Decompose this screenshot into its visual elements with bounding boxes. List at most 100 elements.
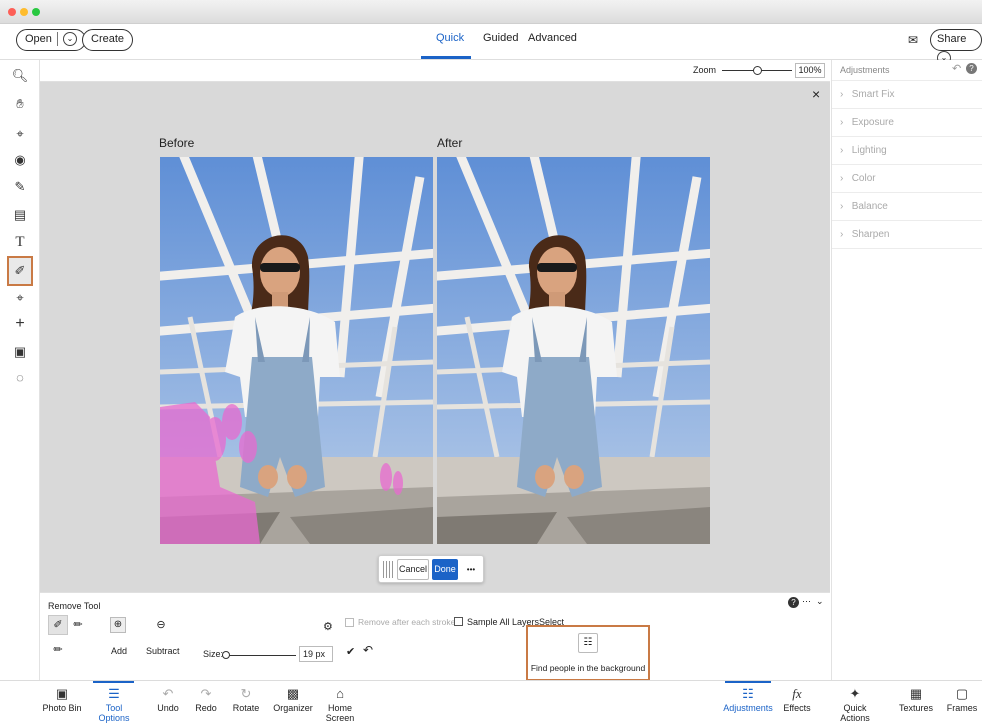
- frames-button[interactable]: ▢ Frames: [944, 685, 980, 713]
- size-slider-thumb[interactable]: [222, 651, 230, 659]
- more-options-icon[interactable]: •••: [462, 559, 480, 580]
- redo-button[interactable]: ↷ Redo: [188, 685, 224, 713]
- adjustment-label: Lighting: [851, 145, 887, 156]
- effects-button[interactable]: fx Effects: [780, 685, 814, 713]
- share-button[interactable]: Share ⌄: [930, 29, 982, 66]
- after-photo[interactable]: [437, 157, 710, 544]
- maximize-window-button[interactable]: [32, 8, 40, 16]
- close-window-button[interactable]: [8, 8, 16, 16]
- line-brush-mode-icon[interactable]: ✏: [50, 641, 66, 659]
- reset-icon[interactable]: ↶: [952, 62, 961, 75]
- zoom-slider[interactable]: [722, 66, 792, 75]
- open-button[interactable]: Open ⌄: [16, 29, 86, 51]
- rotate-button[interactable]: ↻ Rotate: [226, 685, 266, 713]
- adjustment-item-balance[interactable]: › Balance: [832, 193, 982, 221]
- adjustment-item-exposure[interactable]: › Exposure: [832, 109, 982, 137]
- size-label: Size:: [203, 649, 224, 659]
- chevron-right-icon: ›: [840, 117, 844, 128]
- sample-all-layers-checkbox[interactable]: [454, 617, 463, 626]
- reset-brush-icon[interactable]: ↶: [363, 643, 373, 657]
- textures-button[interactable]: ▦ Textures: [896, 685, 936, 713]
- zoom-slider-thumb[interactable]: [752, 66, 762, 75]
- rotate-icon: ↻: [240, 686, 252, 701]
- healing-tool-icon[interactable]: ◌: [8, 366, 32, 390]
- red-eye-tool-icon[interactable]: ◉: [8, 148, 32, 172]
- help-icon[interactable]: ?: [788, 597, 799, 608]
- redo-icon: ↷: [200, 686, 212, 701]
- adjustments-label: Adjustments: [723, 703, 773, 713]
- subtract-icon[interactable]: ⊖: [153, 617, 169, 633]
- chevron-right-icon: ›: [840, 229, 844, 240]
- mail-icon[interactable]: ✉: [908, 33, 918, 47]
- zoom-tool-icon[interactable]: 🔍︎: [8, 64, 32, 88]
- open-label: Open: [25, 33, 52, 45]
- recompose-tool-icon[interactable]: ▣: [8, 340, 32, 364]
- adjustments-button[interactable]: ☷ Adjustments: [722, 685, 774, 713]
- create-label: Create: [91, 33, 125, 45]
- adjustment-item-sharpen[interactable]: › Sharpen: [832, 221, 982, 249]
- close-icon[interactable]: ×: [812, 86, 820, 102]
- photo-bin-label: Photo Bin: [42, 703, 82, 713]
- frames-label: Frames: [946, 703, 978, 713]
- find-people-icon: ☷: [578, 633, 598, 653]
- remove-brush-mode-icon[interactable]: ✐: [48, 615, 68, 635]
- find-people-button[interactable]: ☷ Find people in the background: [526, 625, 650, 681]
- adjustments-title: Adjustments: [840, 65, 890, 75]
- share-label: Share: [937, 33, 967, 45]
- adjustment-item-smart-fix[interactable]: › Smart Fix: [832, 81, 982, 109]
- hand-tool-icon[interactable]: ✋︎: [8, 92, 32, 116]
- photo-bin-button[interactable]: ▣ Photo Bin: [42, 685, 82, 713]
- size-value-field[interactable]: 19 px: [299, 646, 333, 662]
- before-photo-image: [160, 157, 433, 544]
- tab-guided[interactable]: Guided: [483, 32, 518, 44]
- remove-after-stroke-checkbox[interactable]: [345, 618, 354, 627]
- before-photo[interactable]: [160, 157, 433, 544]
- straighten-tool-icon[interactable]: ▤: [8, 203, 32, 227]
- active-panel-indicator: [93, 681, 134, 683]
- organizer-icon: ▩: [286, 686, 300, 701]
- size-slider[interactable]: [222, 651, 296, 659]
- more-options-icon[interactable]: ⋯: [802, 596, 811, 607]
- whiten-teeth-tool-icon[interactable]: ✎: [8, 175, 32, 199]
- done-button[interactable]: Done: [432, 559, 458, 580]
- organizer-button[interactable]: ▩ Organizer: [272, 685, 314, 713]
- adjustment-label: Smart Fix: [851, 89, 895, 100]
- undo-button[interactable]: ↶ Undo: [150, 685, 186, 713]
- cancel-button[interactable]: Cancel: [397, 559, 429, 580]
- crop-tool-icon[interactable]: ⌖: [8, 286, 32, 310]
- bottom-bar: ▣ Photo Bin ☰ Tool Options ↶ Undo ↷ Redo ↻ Ro…: [0, 680, 982, 725]
- commit-bar: Cancel Done •••: [378, 555, 484, 583]
- home-screen-button[interactable]: ⌂ Home Screen: [314, 685, 366, 723]
- zoom-label: Zoom: [693, 65, 717, 75]
- create-button[interactable]: Create: [82, 29, 134, 51]
- quick-selection-tool-icon[interactable]: ⌖: [8, 122, 32, 146]
- quick-actions-sparkle-icon: ✦: [849, 686, 861, 701]
- after-label: After: [437, 136, 463, 150]
- tool-options-button[interactable]: ☰ Tool Options: [91, 685, 137, 723]
- tools-panel: 🔍︎ ✋︎ ⌖ ◉ ✎ ▤ T ✐ ⌖ + ▣ ◌: [0, 60, 40, 680]
- help-icon[interactable]: ?: [966, 63, 977, 74]
- adjustment-item-color[interactable]: › Color: [832, 165, 982, 193]
- move-tool-icon[interactable]: +: [8, 312, 32, 336]
- adjustment-item-lighting[interactable]: › Lighting: [832, 137, 982, 165]
- apply-check-icon[interactable]: ✔: [346, 645, 355, 658]
- add-label[interactable]: Add: [111, 646, 127, 656]
- tab-quick[interactable]: Quick: [436, 32, 464, 44]
- collapse-chevron-icon[interactable]: ⌄: [816, 596, 824, 607]
- type-tool-icon[interactable]: T: [8, 230, 32, 254]
- app-header: Open ⌄ Create Quick Guided Advanced ✉ Sha…: [0, 24, 982, 66]
- brush-settings-gear-icon[interactable]: ⚙: [323, 620, 333, 633]
- zoom-value-field[interactable]: 100%: [795, 63, 825, 78]
- quick-actions-button[interactable]: ✦ Quick Actions: [828, 685, 882, 723]
- tab-advanced[interactable]: Advanced: [528, 32, 577, 44]
- before-label: Before: [159, 136, 195, 150]
- chevron-down-icon[interactable]: ⌄: [62, 32, 77, 47]
- spot-brush-mode-icon[interactable]: ✏: [70, 615, 86, 635]
- remove-tool-icon[interactable]: ✐: [7, 256, 33, 286]
- tool-options-icon: ☰: [108, 686, 120, 701]
- chevron-right-icon: ›: [840, 89, 844, 100]
- minimize-window-button[interactable]: [20, 8, 28, 16]
- drag-handle-icon[interactable]: [383, 561, 393, 578]
- add-icon[interactable]: ⊕: [110, 617, 126, 633]
- subtract-label[interactable]: Subtract: [146, 646, 180, 656]
